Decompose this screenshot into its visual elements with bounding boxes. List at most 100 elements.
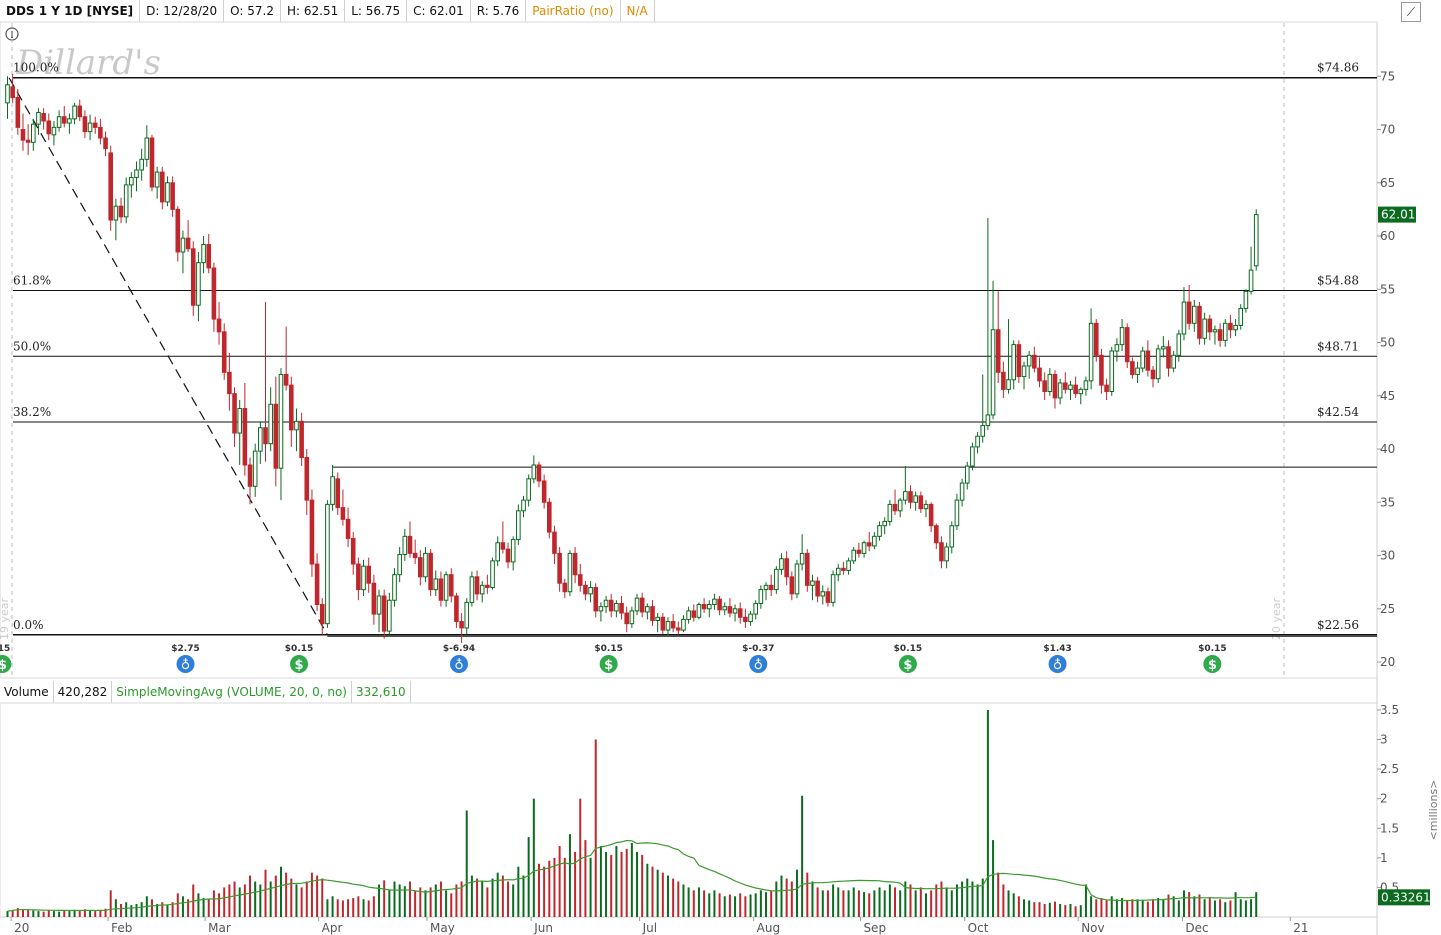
candle-body	[108, 152, 114, 221]
volume-bar	[713, 890, 716, 917]
fibonacci-levels[interactable]: 100.0% $74.86 61.8% $54.88 50.0% $48.71 38.2% $…	[13, 61, 1377, 636]
event-markers[interactable]: .15 $ $2.75 ♁ $0.15 $ $-6.94 ♁ $0.15 $ $-0.37 ♁ $0.1…	[0, 644, 1227, 673]
volume-bar	[439, 881, 442, 917]
volume-bar	[279, 866, 282, 917]
candle-body	[1047, 373, 1053, 393]
volume-sma-tag: 0.33261	[1378, 889, 1431, 906]
candle-body	[5, 84, 10, 104]
candle-body	[634, 597, 640, 612]
volume-bar	[955, 884, 958, 917]
candle-body	[598, 606, 604, 612]
candle-body	[1088, 322, 1094, 382]
candle-body	[934, 525, 939, 544]
volume-bar	[1028, 900, 1031, 917]
volume-bar	[352, 898, 355, 917]
fib-level-percent: 61.8%	[13, 274, 51, 288]
volume-bar	[749, 894, 752, 917]
volume-bar	[703, 890, 706, 917]
candle-body	[536, 464, 542, 482]
volume-bar	[950, 890, 953, 917]
earnings-icon-glyph: ♁	[181, 658, 191, 673]
volume-bar	[780, 875, 783, 917]
candle-body	[758, 589, 764, 604]
volume-bar	[1095, 899, 1098, 917]
candle-body	[263, 427, 268, 445]
volume-bar	[1229, 900, 1232, 917]
volume-bar	[6, 911, 9, 917]
candle-body	[660, 616, 666, 631]
volume-bar	[522, 875, 525, 917]
candle-body	[92, 122, 98, 128]
volume-bar	[94, 911, 97, 917]
candle-body	[882, 520, 888, 527]
candle-body	[712, 598, 717, 606]
candle-body	[774, 568, 779, 591]
time-tick-label: Mar	[208, 921, 231, 935]
candle-body	[20, 129, 26, 141]
candle-body	[381, 595, 387, 632]
volume-bar	[708, 893, 711, 917]
candle-body	[552, 531, 557, 554]
volume-bar	[58, 911, 61, 917]
volume-bar	[584, 840, 587, 917]
volume-bar	[140, 902, 143, 917]
volume-bar	[496, 872, 499, 917]
candle-body	[299, 420, 304, 459]
time-tick-label: Jun	[533, 921, 553, 935]
volume-bar	[42, 911, 45, 917]
candle-body	[392, 574, 397, 601]
candle-body	[46, 120, 52, 135]
volume-bar	[589, 857, 592, 917]
volume-bar	[826, 890, 829, 917]
candle-body	[309, 499, 315, 565]
candle-body	[459, 621, 464, 629]
volume-bar	[1239, 899, 1242, 917]
volume-tick-label: 3	[1380, 733, 1388, 747]
volume-bar	[821, 890, 824, 917]
price-volume-chart[interactable]: Dillard's ! 19 year 20 year 202530354045…	[0, 0, 1441, 935]
volume-bar	[285, 872, 288, 917]
candle-body	[583, 584, 588, 595]
volume-tick-label: 1.5	[1380, 821, 1399, 835]
candle-body	[72, 105, 77, 120]
volume-bar	[501, 875, 504, 917]
candle-body	[737, 608, 743, 618]
volume-bar	[677, 881, 680, 917]
volume-bar	[269, 881, 272, 917]
year-label-right: 20 year	[1270, 597, 1283, 640]
volume-bar	[378, 884, 381, 917]
candle-body	[1104, 384, 1109, 393]
candle-body	[923, 503, 929, 510]
candle-body	[830, 574, 836, 603]
candle-body	[469, 576, 475, 603]
volume-bar	[1023, 899, 1026, 917]
candle-body	[1109, 350, 1115, 393]
candle-body	[619, 602, 624, 614]
candle-body	[144, 137, 150, 160]
fib-level-percent: 38.2%	[13, 405, 51, 419]
dividend-icon-glyph: $	[903, 658, 912, 673]
event-label: $0.15	[1198, 644, 1226, 654]
price-tick-label: 70	[1380, 123, 1395, 137]
volume-bar	[455, 884, 458, 917]
volume-axis: 0.511.522.533.5	[1377, 703, 1399, 894]
volume-bar	[888, 884, 891, 917]
volume-bar	[1017, 896, 1020, 917]
candle-body	[474, 576, 480, 595]
volume-bar	[383, 880, 386, 917]
volume-bar	[615, 846, 618, 917]
volume-bar	[863, 892, 866, 917]
candle-body	[232, 393, 237, 434]
volume-bar	[558, 846, 561, 917]
volume-bar	[1157, 898, 1160, 917]
candle-body	[1130, 361, 1135, 375]
fib-level-price: $42.54	[1317, 405, 1359, 419]
candle-body	[1161, 346, 1166, 350]
volume-bar	[212, 890, 215, 917]
volume-bar	[130, 905, 133, 917]
volume-bar	[775, 881, 778, 917]
volume-bar	[393, 881, 396, 917]
event-label: $2.75	[171, 644, 199, 654]
candle-body	[954, 499, 960, 527]
volume-bar	[1219, 899, 1222, 917]
